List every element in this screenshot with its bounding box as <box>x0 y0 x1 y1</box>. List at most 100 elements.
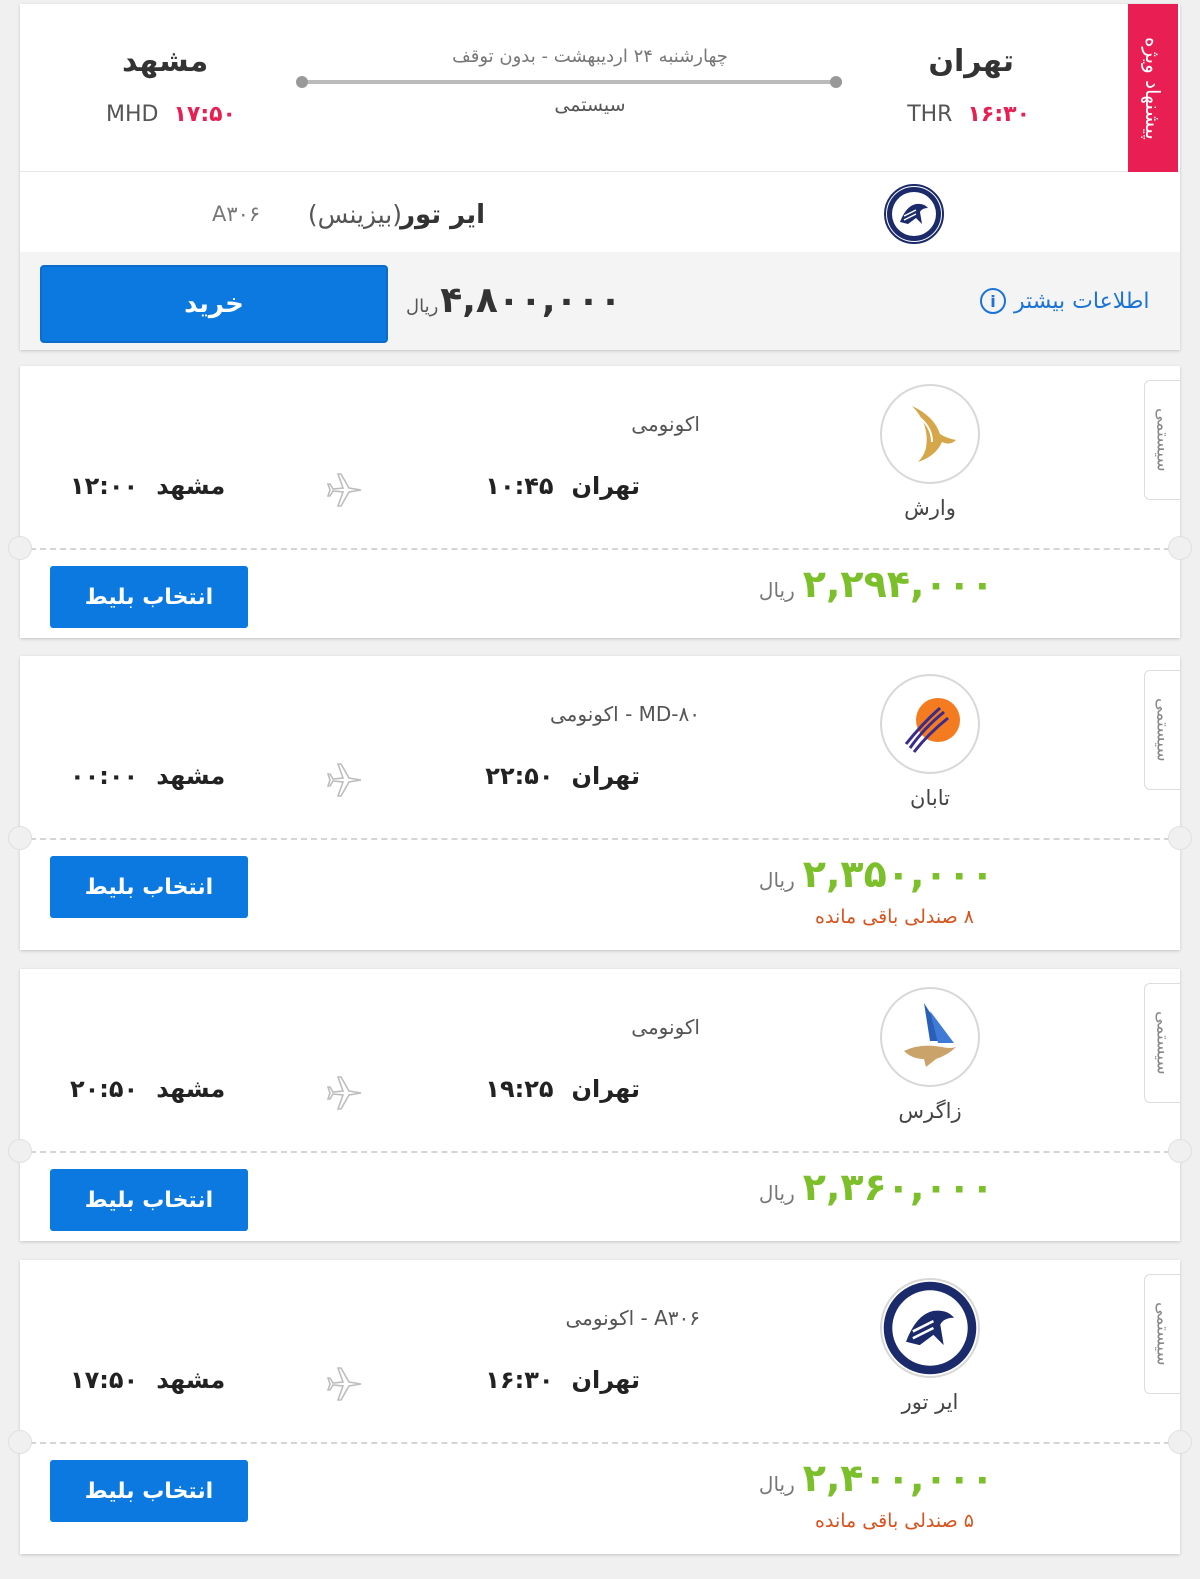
special-price: ۴,۸۰۰,۰۰۰ ریال <box>406 280 621 321</box>
route-dot-start <box>296 76 308 88</box>
ticket-price: ۲,۳۶۰,۰۰۰ ریال <box>759 1165 994 1209</box>
zagros-logo-icon <box>880 987 980 1087</box>
origin-code: THR <box>907 102 953 127</box>
ticket-price-amount: ۲,۲۹۴,۰۰۰ <box>802 562 994 606</box>
buy-button[interactable]: خرید <box>40 265 388 343</box>
dashed-divider <box>20 1151 1180 1153</box>
origin-city: تهران <box>571 472 641 500</box>
special-cabin-class: (بیزینس) <box>307 200 402 229</box>
ticket-price-amount: ۲,۳۵۰,۰۰۰ <box>802 852 994 896</box>
special-price-amount: ۴,۸۰۰,۰۰۰ <box>440 280 622 321</box>
origin-city: تهران <box>571 762 641 790</box>
special-airline-name: ایر تور <box>400 200 485 230</box>
flight-card[interactable]: سیستمی زاگرس اکونومی تهران ۱۹:۲۵ مشهد ۲۰:۵… <box>8 969 1192 1241</box>
arrive-time: ۱۲:۰۰ <box>70 472 139 500</box>
ticket-price-amount: ۲,۳۶۰,۰۰۰ <box>802 1165 994 1209</box>
destination: مشهد ۱۷:۵۰ <box>70 1366 225 1394</box>
route-dot-end <box>830 76 842 88</box>
origin: تهران ۱۰:۴۵ <box>485 472 640 500</box>
plane-icon <box>326 1367 362 1401</box>
origin: تهران ۱۹:۲۵ <box>485 1075 640 1103</box>
airtour-logo-icon <box>884 184 944 244</box>
plane-icon <box>326 473 362 507</box>
info-icon: i <box>980 288 1006 314</box>
depart-time: ۲۲:۵۰ <box>485 762 554 790</box>
ticket-price: ۲,۳۵۰,۰۰۰ ریال <box>759 852 994 896</box>
dashed-divider <box>20 548 1180 550</box>
origin-city: تهران <box>571 1075 641 1103</box>
system-tag: سیستمی <box>1144 983 1180 1103</box>
more-info-link[interactable]: اطلاعات بیشتر i <box>980 288 1149 314</box>
special-route: تهران THR ۱۶:۳۰ مشهد MHD ۱۷:۵۰ چهارشنبه … <box>20 4 1180 172</box>
system-tag-label: سیستمی <box>1152 1011 1173 1075</box>
ticket-notch-right <box>1168 1430 1192 1454</box>
system-tag: سیستمی <box>1144 1274 1180 1394</box>
plane-icon <box>326 1076 362 1110</box>
system-tag-label: سیستمی <box>1152 698 1173 762</box>
select-ticket-button[interactable]: انتخاب بلیط <box>50 566 248 628</box>
route-line <box>302 80 842 84</box>
flight-card[interactable]: سیستمی تابان MD-۸۰ - اکونومی تهران۲۲:۵۰ … <box>8 656 1192 950</box>
origin-code-time: THR ۱۶:۳۰ <box>907 102 1030 127</box>
origin: تهران ۱۶:۳۰ <box>485 1366 640 1394</box>
ticket-price-currency: ریال <box>758 1472 795 1496</box>
ticket-notch-left <box>8 1139 32 1163</box>
destination: مشهد ۱۲:۰۰ <box>70 472 225 500</box>
cabin-info: A۳۰۶ - اکونومی <box>565 1306 700 1330</box>
dest-time: ۱۷:۵۰ <box>173 102 236 127</box>
ticket-price-currency: ریال <box>758 578 795 602</box>
flight-card[interactable]: سیستمی وارش اکونومی تهران ۱۰:۴۵ مشهد ۱۲:۰۰… <box>8 366 1192 638</box>
dashed-divider <box>20 838 1180 840</box>
origin-time: ۱۶:۳۰ <box>967 102 1030 127</box>
system-tag-label: سیستمی <box>1152 1302 1173 1366</box>
ticket-price: ۲,۴۰۰,۰۰۰ ریال <box>759 1456 994 1500</box>
ticket-notch-left <box>8 826 32 850</box>
origin-city: تهران <box>928 44 1014 79</box>
airline-name: ایر تور <box>901 1390 959 1414</box>
dest-code: MHD <box>106 102 159 127</box>
system-tag: سیستمی <box>1144 380 1180 500</box>
depart-time: ۱۰:۴۵ <box>485 472 554 500</box>
plane-icon <box>326 763 362 797</box>
special-offer-card[interactable]: تهران THR ۱۶:۳۰ مشهد MHD ۱۷:۵۰ چهارشنبه … <box>20 4 1180 350</box>
select-ticket-button[interactable]: انتخاب بلیط <box>50 1169 248 1231</box>
cabin-info: اکونومی <box>631 412 700 436</box>
select-ticket-button[interactable]: انتخاب بلیط <box>50 1460 248 1522</box>
dest-city: مشهد <box>122 44 209 79</box>
airline-name: وارش <box>904 496 956 520</box>
dest-code-time: MHD ۱۷:۵۰ <box>106 102 236 127</box>
select-ticket-button[interactable]: انتخاب بلیط <box>50 856 248 918</box>
special-flight-number: A۳۰۶ <box>212 202 261 226</box>
dest-city: مشهد <box>156 472 226 500</box>
taban-logo-icon <box>880 674 980 774</box>
depart-time: ۱۶:۳۰ <box>485 1366 554 1394</box>
ticket-notch-left <box>8 1430 32 1454</box>
seats-remaining: ۸ صندلی باقی مانده <box>815 906 974 928</box>
dest-city: مشهد <box>156 1366 226 1394</box>
special-offer-label: پیشنهاد ویژه <box>1141 36 1165 140</box>
dest-city: مشهد <box>156 762 226 790</box>
special-offer-ribbon: پیشنهاد ویژه <box>1128 4 1178 172</box>
origin-city: تهران <box>571 1366 641 1394</box>
ticket-price-amount: ۲,۴۰۰,۰۰۰ <box>802 1456 994 1500</box>
system-tag: سیستمی <box>1144 670 1180 790</box>
ticket-price: ۲,۲۹۴,۰۰۰ ریال <box>759 562 994 606</box>
system-label: سیستمی <box>554 94 626 116</box>
airtour-logo-icon <box>880 1278 980 1378</box>
dest-city: مشهد <box>156 1075 226 1103</box>
arrive-time: ۱۷:۵۰ <box>70 1366 139 1394</box>
arrive-time: ۲۰:۵۰ <box>70 1075 139 1103</box>
system-tag-label: سیستمی <box>1152 408 1173 472</box>
more-info-label: اطلاعات بیشتر <box>1014 288 1150 314</box>
depart-time: ۱۹:۲۵ <box>485 1075 554 1103</box>
arrive-time: ۰۰:۰۰ <box>70 762 139 790</box>
flight-card[interactable]: سیستمی ایر تور A۳۰۶ - اکونومی تهران ۱۶:۳۰… <box>8 1260 1192 1554</box>
dashed-divider <box>20 1442 1180 1444</box>
seats-remaining: ۵ صندلی باقی مانده <box>815 1510 974 1532</box>
ticket-notch-right <box>1168 1139 1192 1163</box>
airline-name: زاگرس <box>898 1099 962 1123</box>
ticket-price-currency: ریال <box>758 1181 795 1205</box>
special-buy-row: خرید ۴,۸۰۰,۰۰۰ ریال اطلاعات بیشتر i <box>20 252 1180 350</box>
ticket-notch-right <box>1168 826 1192 850</box>
ticket-notch-left <box>8 536 32 560</box>
